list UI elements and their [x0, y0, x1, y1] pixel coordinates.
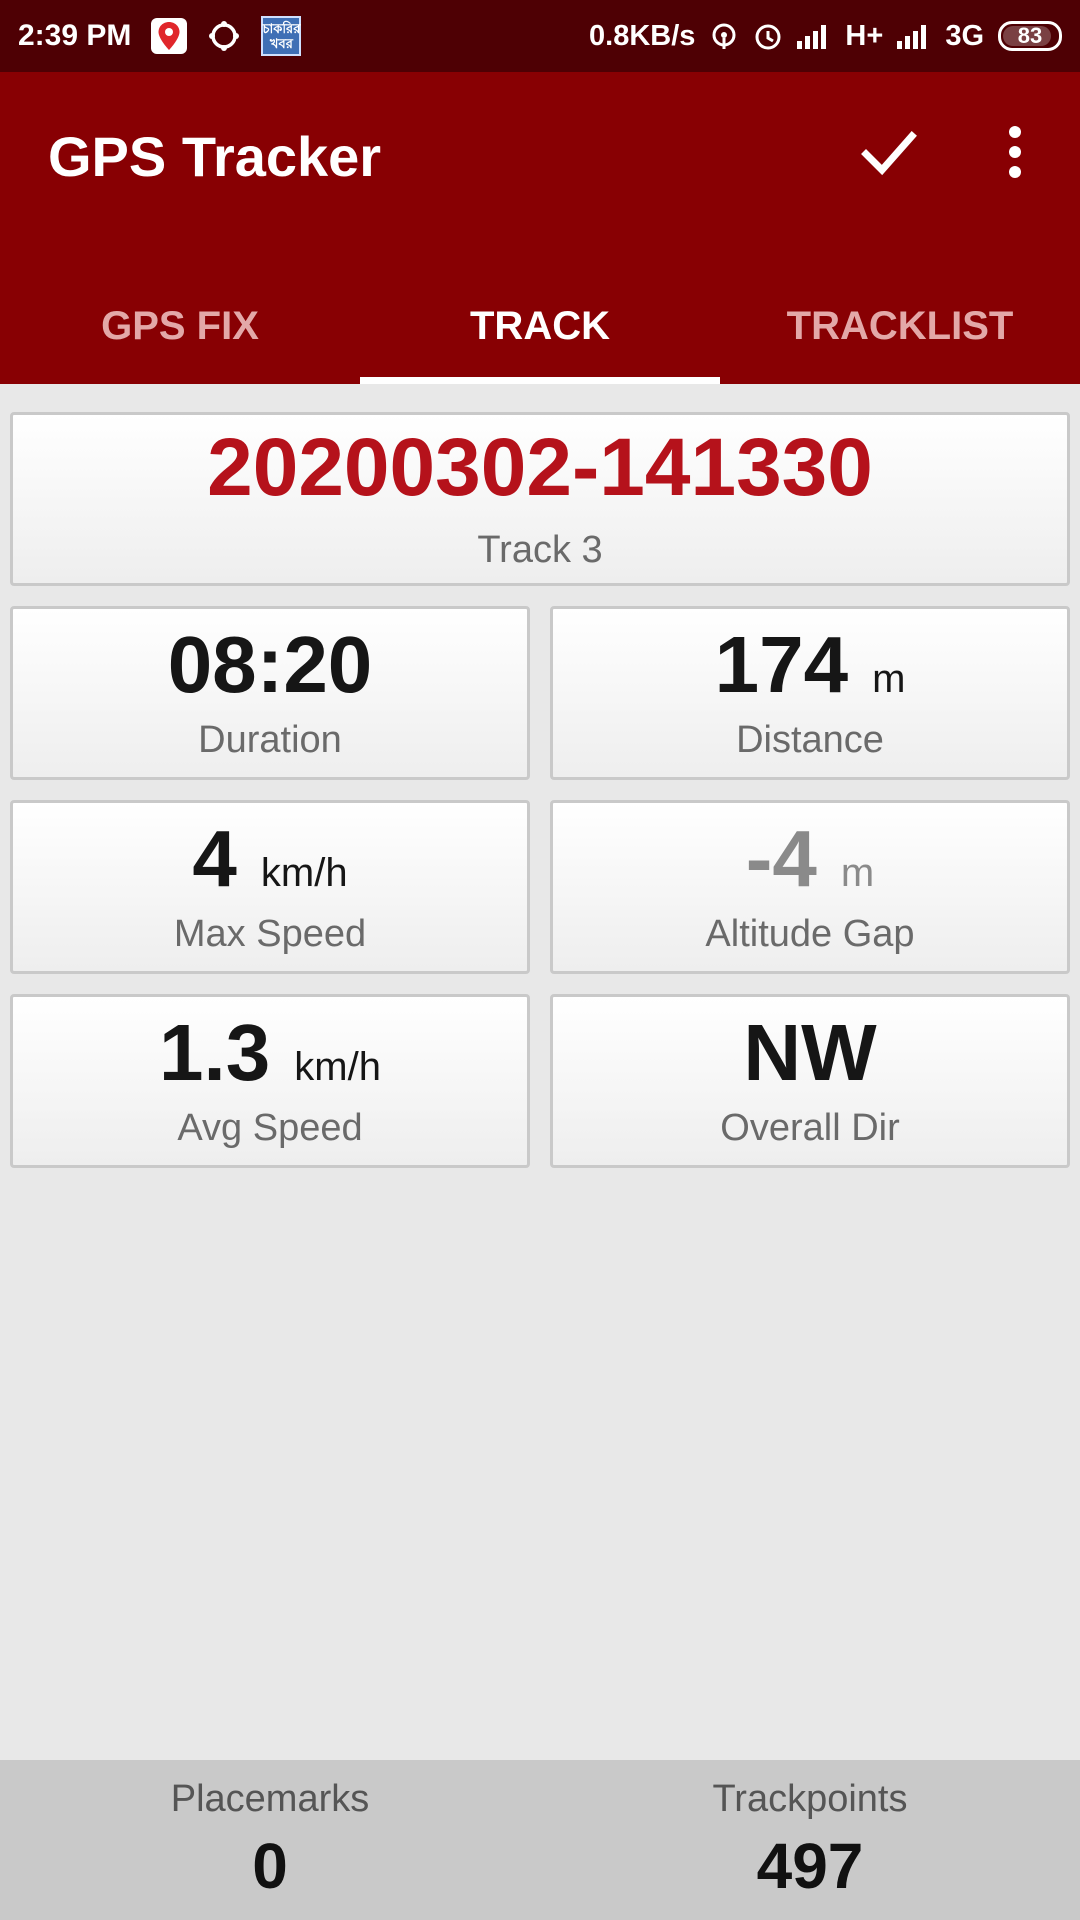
max-speed-card: 4 km/h Max Speed — [10, 800, 530, 974]
network-type-1: H+ — [845, 19, 884, 52]
distance-card: 174 m Distance — [550, 606, 1070, 780]
max-speed-unit: km/h — [260, 850, 348, 895]
app-bar: GPS Tracker GPS FIX TRACK TRACKLIST — [0, 72, 1080, 384]
signal-icon-2 — [897, 23, 931, 49]
overall-dir-value: NW — [743, 1007, 877, 1097]
status-time: 2:39 PM — [18, 19, 132, 52]
avg-speed-value: 1.3 — [159, 1007, 271, 1097]
more-options-icon[interactable] — [990, 122, 1040, 182]
placemarks-summary: Placemarks 0 — [0, 1760, 540, 1920]
tab-gps-fix[interactable]: GPS FIX — [0, 268, 360, 384]
distance-label: Distance — [736, 718, 884, 761]
battery-level: 83 — [1017, 23, 1043, 48]
track-id: 20200302-141330 — [207, 421, 873, 513]
app-title: GPS Tracker — [48, 125, 382, 188]
distance-unit: m — [872, 656, 906, 701]
trackpoints-value: 497 — [756, 1829, 864, 1902]
maps-pin-icon — [151, 18, 188, 54]
placemarks-value: 0 — [252, 1829, 288, 1902]
tab-tracklist[interactable]: TRACKLIST — [720, 268, 1080, 384]
max-speed-value: 4 — [192, 813, 237, 903]
duration-label: Duration — [198, 718, 342, 761]
network-type-2: 3G — [945, 19, 984, 52]
altitude-gap-label: Altitude Gap — [705, 912, 915, 955]
sync-icon — [207, 19, 241, 53]
news-app-icon: চাকরির খবর — [261, 16, 302, 56]
track-name: Track 3 — [477, 528, 603, 571]
tab-track[interactable]: TRACK — [360, 268, 720, 384]
trackpoints-label: Trackpoints — [712, 1777, 908, 1820]
max-speed-label: Max Speed — [173, 912, 367, 955]
placemarks-label: Placemarks — [170, 1777, 370, 1820]
duration-value: 08:20 — [167, 619, 373, 709]
distance-value: 174 — [714, 619, 849, 709]
overall-dir-card: NW Overall Dir — [550, 994, 1070, 1168]
duration-card: 08:20 Duration — [10, 606, 530, 780]
altitude-gap-unit: m — [840, 850, 875, 895]
avg-speed-label: Avg Speed — [177, 1106, 363, 1149]
trackpoints-summary: Trackpoints 497 — [540, 1760, 1080, 1920]
avg-speed-unit: km/h — [294, 1044, 381, 1089]
check-icon[interactable] — [858, 122, 918, 182]
alarm-icon — [753, 21, 783, 51]
battery-icon: 83 — [998, 21, 1062, 51]
altitude-gap-value: -4 — [745, 813, 817, 903]
network-speed: 0.8KB/s — [589, 19, 696, 52]
hotspot-icon — [709, 21, 739, 51]
avg-speed-card: 1.3 km/h Avg Speed — [10, 994, 530, 1168]
altitude-gap-card: -4 m Altitude Gap — [550, 800, 1070, 974]
signal-icon-1 — [797, 23, 831, 49]
status-bar: 2:39 PM চাকরির খবর 0.8KB/s H+ 3G 83 — [0, 0, 1080, 72]
overall-dir-label: Overall Dir — [720, 1106, 900, 1149]
track-header-card: 20200302-141330 Track 3 — [10, 412, 1070, 586]
tab-bar: GPS FIX TRACK TRACKLIST — [0, 268, 1080, 384]
bottom-summary-bar: Placemarks 0 Trackpoints 497 — [0, 1760, 1080, 1920]
